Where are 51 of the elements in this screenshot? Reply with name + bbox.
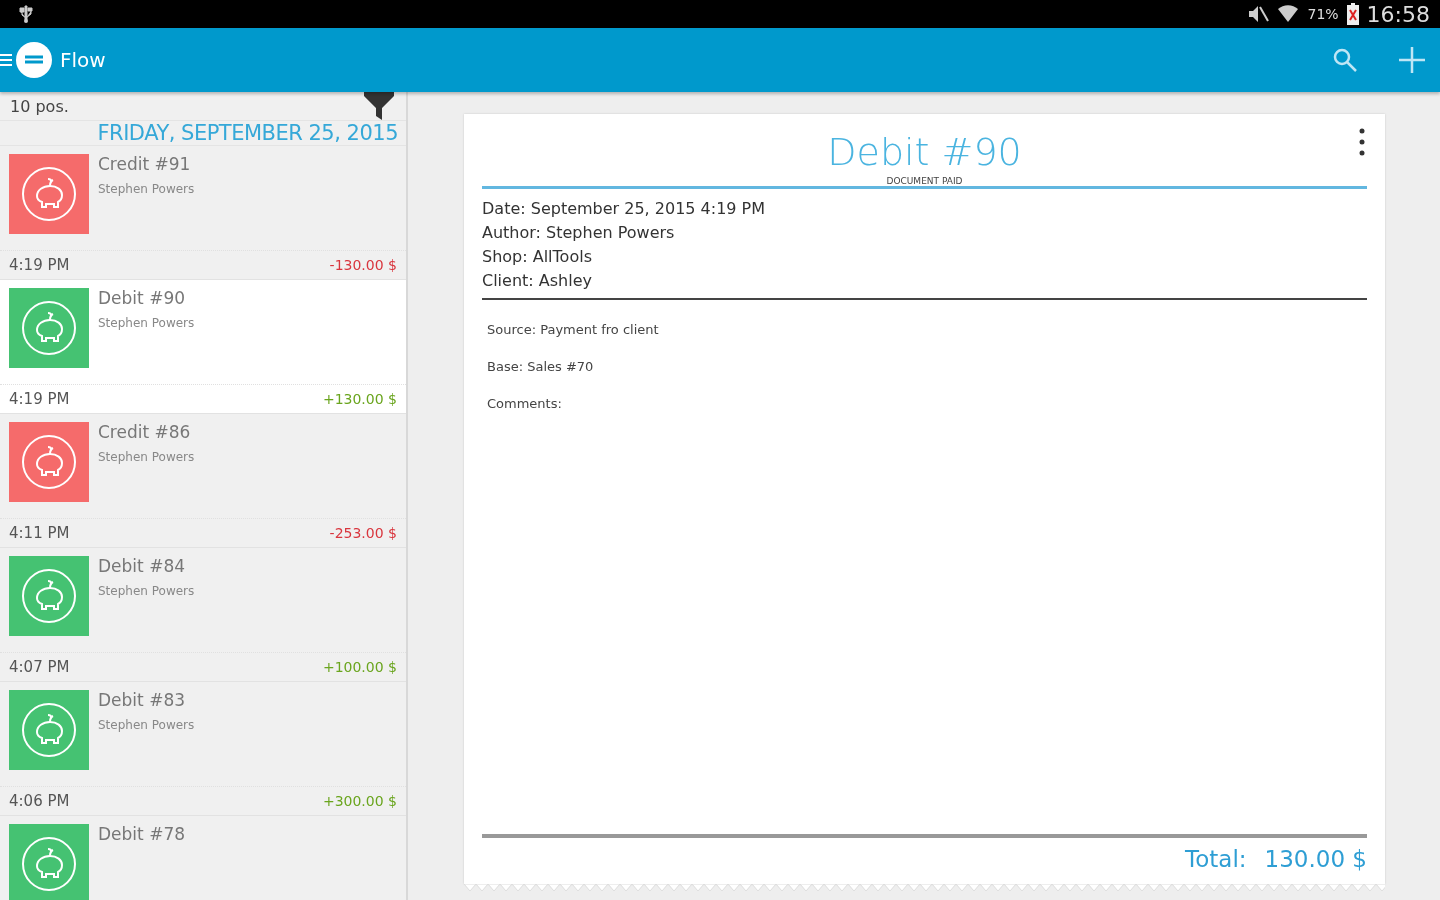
transaction-amount: +300.00 $ xyxy=(322,793,397,809)
transaction-author: Stephen Powers xyxy=(98,450,195,464)
transaction-author: Stephen Powers xyxy=(98,182,195,196)
wifi-icon xyxy=(1277,4,1300,24)
transaction-title: Debit #78 xyxy=(98,824,185,844)
transaction-amount: +100.00 $ xyxy=(322,659,397,675)
transaction-author: Stephen Powers xyxy=(98,584,195,598)
app-title: Flow xyxy=(60,48,107,72)
transaction-author: Stephen Powers xyxy=(98,316,195,330)
document-info-line: Client: Ashley xyxy=(482,271,593,290)
transaction-title: Debit #84 xyxy=(98,556,186,576)
document-title: Debit #90 xyxy=(827,130,1022,174)
transaction-time: 4:06 PM xyxy=(9,792,70,810)
piggy-bank-icon xyxy=(21,836,77,892)
transaction-title: Credit #91 xyxy=(98,154,192,174)
muted-speaker-icon xyxy=(1247,4,1270,24)
date-header: FRIDAY, SEPTEMBER 25, 2015 xyxy=(0,120,406,146)
transaction-title: Debit #83 xyxy=(98,690,186,710)
transaction-title: Credit #86 xyxy=(98,422,192,442)
document-info-line: Shop: AllTools xyxy=(482,247,593,266)
transaction-author: Stephen Powers xyxy=(98,718,195,732)
total-value: 130.00 $ xyxy=(1264,846,1367,872)
document-info-line: Author: Stephen Powers xyxy=(482,223,676,242)
transaction-time: 4:19 PM xyxy=(9,256,70,274)
document-detail: Source: Payment fro client xyxy=(486,321,660,337)
transaction-amount: +130.00 $ xyxy=(322,391,397,407)
piggy-bank-icon xyxy=(21,300,77,356)
transaction-time: 4:19 PM xyxy=(9,390,70,408)
document-info-line: Date: September 25, 2015 4:19 PM xyxy=(482,199,767,218)
piggy-bank-icon xyxy=(21,166,77,222)
usb-icon xyxy=(18,4,34,24)
transaction-amount: -130.00 $ xyxy=(329,257,397,273)
battery-icon xyxy=(1346,3,1359,25)
document-detail: Comments: xyxy=(486,395,563,411)
document-status: DOCUMENT PAID xyxy=(886,176,963,186)
logo-icon xyxy=(16,42,52,78)
piggy-bank-icon xyxy=(21,568,77,624)
transaction-time: 4:07 PM xyxy=(9,658,70,676)
filter-icon[interactable] xyxy=(364,92,394,120)
battery-percent: 71% xyxy=(1307,6,1339,22)
piggy-bank-icon xyxy=(21,434,77,490)
more-options-icon[interactable] xyxy=(1357,126,1367,158)
transaction-amount: -253.00 $ xyxy=(329,525,397,541)
piggy-bank-icon xyxy=(21,702,77,758)
document-detail: Base: Sales #70 xyxy=(486,358,595,374)
transaction-item[interactable]: Debit #90 Stephen Powers 4:19 PM +130.00 $ xyxy=(0,280,406,414)
clock: 16:58 xyxy=(1366,1,1430,27)
transaction-time: 4:11 PM xyxy=(9,524,70,542)
transaction-title: Debit #90 xyxy=(98,288,186,308)
total-label: Total: xyxy=(1185,846,1247,872)
item-count: 10 pos. xyxy=(10,96,69,116)
